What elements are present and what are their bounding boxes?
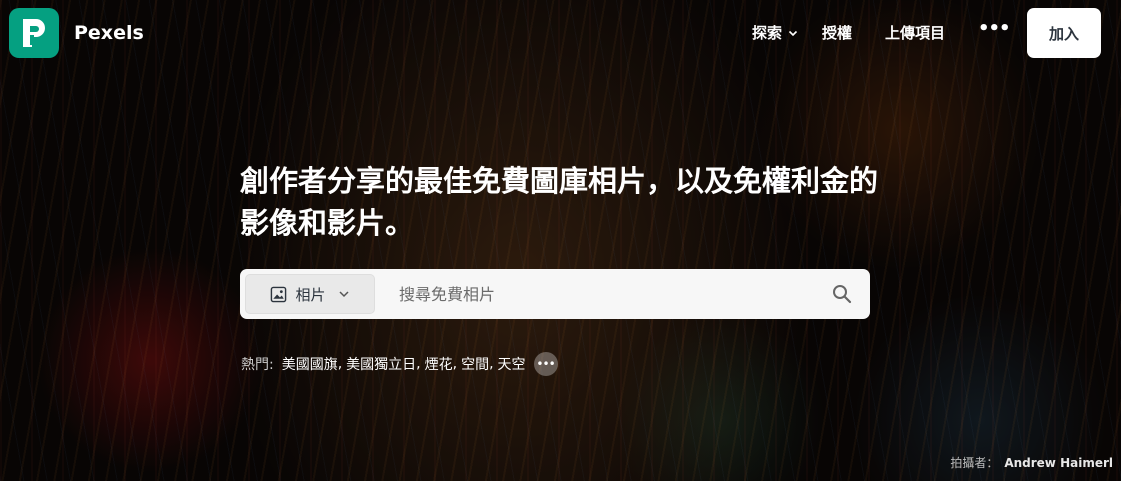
more-tags-icon[interactable]: ••• bbox=[533, 352, 558, 376]
search-icon[interactable] bbox=[832, 284, 852, 304]
photo-credit-label: 拍攝者： bbox=[950, 456, 999, 470]
trending-searches: 熱門: 美國國旗, 美國獨立日, 煙花, 空間, 天空 ••• bbox=[241, 352, 558, 376]
photographer-link[interactable]: Andrew Haimerl bbox=[1004, 456, 1113, 470]
image-icon bbox=[271, 286, 287, 302]
more-menu-icon[interactable]: ••• bbox=[978, 18, 1011, 39]
search-bar: 相片 bbox=[240, 268, 870, 320]
nav-explore[interactable]: 探索 bbox=[752, 22, 798, 43]
pexels-logo-icon bbox=[23, 19, 45, 47]
nav-upload[interactable]: 上傳項目 bbox=[885, 22, 945, 43]
trending-tag[interactable]: 空間 bbox=[461, 354, 489, 374]
trending-tag[interactable]: 天空 bbox=[498, 354, 526, 374]
trending-tag[interactable]: 美國國旗 bbox=[282, 354, 338, 374]
trending-tag[interactable]: 煙花 bbox=[425, 354, 453, 374]
trending-tag[interactable]: 美國獨立日 bbox=[346, 354, 416, 374]
trending-label: 熱門: bbox=[241, 357, 274, 373]
brand-name[interactable]: Pexels bbox=[74, 22, 144, 44]
photo-credit: 拍攝者： Andrew Haimerl bbox=[950, 454, 1113, 471]
chevron-down-icon bbox=[788, 30, 798, 36]
search-type-dropdown[interactable]: 相片 bbox=[245, 274, 375, 314]
search-input[interactable] bbox=[375, 268, 832, 320]
chevron-down-icon bbox=[338, 291, 349, 298]
hero-headline: 創作者分享的最佳免費圖庫相片，以及免權利金的影像和影片。 bbox=[240, 164, 879, 240]
search-type-label: 相片 bbox=[295, 285, 326, 304]
nav-explore-label: 探索 bbox=[752, 24, 783, 42]
nav-license[interactable]: 授權 bbox=[822, 22, 852, 43]
join-button[interactable]: 加入 bbox=[1027, 8, 1101, 58]
pexels-logo[interactable] bbox=[9, 8, 59, 58]
